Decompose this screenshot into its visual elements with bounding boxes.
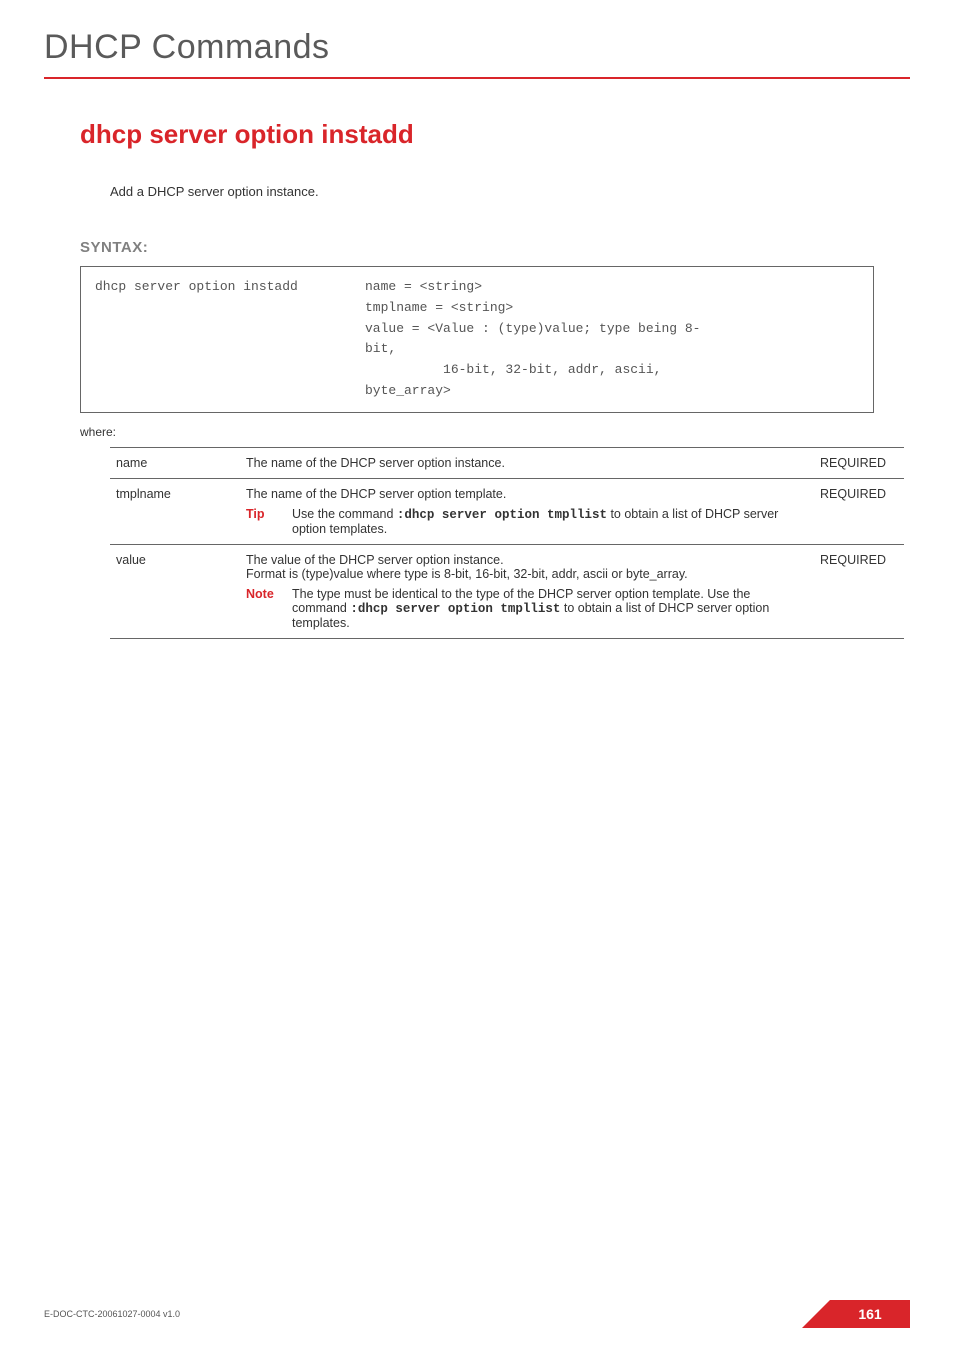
param-desc-cell: The value of the DHCP server option inst… [240,544,814,638]
tip-label: Tip [246,507,292,536]
tip-text: Use the command :dhcp server option tmpl… [292,507,808,536]
command-description: Add a DHCP server option instance. [110,184,874,199]
table-row: value The value of the DHCP server optio… [110,544,904,638]
param-desc-cell: The name of the DHCP server option templ… [240,478,814,544]
table-row: name The name of the DHCP server option … [110,447,904,478]
table-row: tmplname The name of the DHCP server opt… [110,478,904,544]
page-badge: 161 [790,1300,910,1328]
tip-code: :dhcp server option tmpllist [397,508,607,522]
param-req: REQUIRED [814,478,904,544]
footer: E-DOC-CTC-20061027-0004 v1.0 161 [44,1300,910,1328]
param-name: value [110,544,240,638]
param-name: name [110,447,240,478]
note-row: Note The type must be identical to the t… [246,587,808,630]
doc-id: E-DOC-CTC-20061027-0004 v1.0 [44,1309,180,1319]
param-req: REQUIRED [814,544,904,638]
command-title: dhcp server option instadd [80,119,874,150]
page-title: DHCP Commands [0,0,954,67]
where-label: where: [80,425,874,439]
syntax-args: name = <string> tmplname = <string> valu… [365,277,859,402]
tip-row: Tip Use the command :dhcp server option … [246,507,808,536]
param-name: tmplname [110,478,240,544]
param-desc2: Format is (type)value where type is 8-bi… [246,567,808,581]
param-desc: The name of the DHCP server option templ… [246,487,808,501]
syntax-command: dhcp server option instadd [95,277,365,402]
param-desc: The value of the DHCP server option inst… [246,553,808,567]
param-desc: The name of the DHCP server option insta… [240,447,814,478]
params-table: name The name of the DHCP server option … [110,447,904,639]
page-number: 161 [830,1300,910,1328]
note-text: The type must be identical to the type o… [292,587,808,630]
param-req: REQUIRED [814,447,904,478]
triangle-decor [802,1300,830,1328]
tip-pre: Use the command [292,507,397,521]
syntax-box: dhcp server option instadd name = <strin… [80,266,874,413]
note-code: :dhcp server option tmpllist [350,602,560,616]
syntax-label: SYNTAX: [80,239,874,256]
note-label: Note [246,587,292,630]
content-area: dhcp server option instadd Add a DHCP se… [0,79,954,639]
